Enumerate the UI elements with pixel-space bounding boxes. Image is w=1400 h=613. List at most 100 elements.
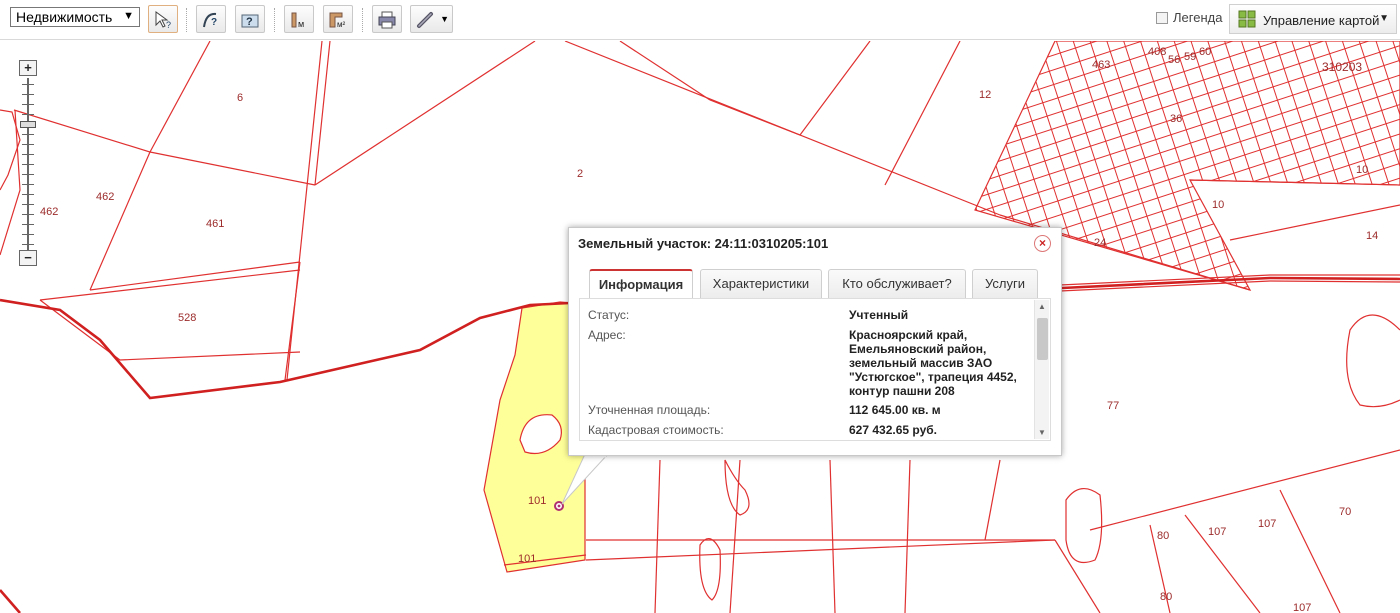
zoom-tick [22, 94, 34, 95]
tab-characteristics[interactable]: Характеристики [700, 269, 822, 299]
link-button[interactable]: ▼ [410, 5, 453, 33]
svg-text:м: м [298, 19, 304, 29]
field-label: Кадастровая стоимость: [588, 423, 724, 437]
scroll-down-icon[interactable]: ▼ [1038, 428, 1046, 437]
field-label: Статус: [588, 308, 630, 322]
parcel-label: 6 [237, 92, 243, 104]
area-ruler-icon: м² [329, 12, 346, 29]
parcel-label: 528 [178, 312, 196, 324]
zoom-out-button[interactable]: − [19, 250, 37, 266]
parcel-label: 461 [206, 218, 224, 230]
map-control-label: Управление картой [1263, 13, 1380, 28]
parcel-label: 10 [1356, 164, 1368, 176]
parcel-label: 70 [1339, 506, 1351, 518]
parcel-label: 107 [1258, 518, 1276, 530]
toolbar: Недвижимость ▼ ? ? ? м м² ▼ Легенда Упра… [0, 0, 1400, 40]
scroll-up-icon[interactable]: ▲ [1038, 302, 1046, 311]
zoom-tick [22, 104, 34, 105]
toolbar-divider [186, 8, 187, 32]
field-label: Уточненная площадь: [588, 403, 711, 417]
parcel-label: 12 [979, 89, 991, 101]
measure-area-button[interactable]: м² [323, 5, 353, 33]
area-query-icon: ? [241, 14, 259, 28]
chevron-down-icon: ▼ [123, 10, 134, 22]
svg-text:?: ? [246, 16, 253, 28]
layer-select[interactable]: Недвижимость ▼ [10, 7, 140, 27]
zoom-tick [22, 244, 34, 245]
layer-select-value: Недвижимость [16, 9, 113, 25]
parcel-label: 60 [1199, 46, 1211, 58]
zoom-tick [22, 234, 34, 235]
zoom-tick [22, 84, 34, 85]
parcel-label: 56 [1168, 54, 1180, 66]
parcel-label: 101 [528, 495, 546, 507]
chevron-down-icon: ▼ [440, 14, 449, 24]
close-icon[interactable]: × [1034, 235, 1051, 252]
legend-label: Легенда [1173, 10, 1223, 25]
curve-query-icon: ? [203, 12, 217, 28]
parcel-label: 462 [40, 206, 58, 218]
identify-button[interactable]: ? [148, 5, 178, 33]
parcel-label: 59 [1184, 51, 1196, 63]
parcel-label: 463 [1092, 59, 1110, 71]
parcel-label: 462 [96, 191, 114, 203]
popup-title: Земельный участок: 24:11:0310205:101 [578, 236, 829, 251]
svg-text:?: ? [166, 20, 171, 30]
zoom-tick [22, 114, 34, 115]
zoom-tick [22, 204, 34, 205]
parcel-label: 408 [1148, 46, 1166, 58]
parcel-label: 77 [1107, 400, 1119, 412]
parcel-label: 310203 [1322, 60, 1362, 74]
toolbar-divider [362, 8, 363, 32]
parcel-label: 101 [518, 553, 536, 565]
grid-icon [1238, 10, 1256, 28]
measure-distance-button[interactable]: м [284, 5, 314, 33]
chevron-down-icon: ▼ [1379, 13, 1389, 24]
parcel-label: 107 [1208, 526, 1226, 538]
parcel-label: 2 [577, 168, 583, 180]
field-value: 627 432.65 руб. [849, 423, 937, 437]
zoom-tick [22, 194, 34, 195]
zoom-tick [22, 134, 34, 135]
zoom-tick [22, 144, 34, 145]
zoom-tick [22, 224, 34, 225]
zoom-tick [22, 164, 34, 165]
parcel-label: 14 [1366, 230, 1378, 242]
parcel-label: 10 [1212, 199, 1224, 211]
legend-checkbox[interactable] [1156, 12, 1168, 24]
field-value: Учтенный [849, 308, 909, 322]
zoom-tick [22, 214, 34, 215]
svg-text:м²: м² [337, 20, 346, 29]
cursor-query-icon: ? [155, 11, 171, 30]
print-button[interactable] [372, 5, 402, 33]
svg-text:?: ? [211, 17, 217, 28]
tab-service[interactable]: Кто обслуживает? [828, 269, 966, 299]
zoom-in-button[interactable]: + [19, 60, 37, 76]
zoom-slider-thumb[interactable] [20, 121, 36, 128]
field-value: Красноярский край, Емельяновский район, … [849, 328, 1017, 398]
zoom-tick [22, 154, 34, 155]
parcel-label: 80 [1157, 530, 1169, 542]
parcel-label: 107 [1293, 602, 1311, 613]
field-value: 112 645.00 кв. м [849, 403, 941, 417]
parcel-label: 24 [1094, 237, 1106, 249]
tab-services[interactable]: Услуги [972, 269, 1038, 299]
parcel-label: 80 [1160, 591, 1172, 603]
map-control-dropdown[interactable]: Управление картой ▼ [1229, 4, 1397, 34]
zoom-tick [22, 184, 34, 185]
ruler-icon: м [291, 12, 304, 29]
scroll-thumb[interactable] [1037, 318, 1048, 360]
route-query-button[interactable]: ? [196, 5, 226, 33]
zoom-tick [22, 174, 34, 175]
popup-scrollbar[interactable]: ▲ ▼ [1034, 300, 1049, 439]
area-query-button[interactable]: ? [235, 5, 265, 33]
parcel-label: 36 [1170, 113, 1182, 125]
legend-toggle[interactable]: Легенда [1156, 10, 1222, 25]
tab-info[interactable]: Информация [589, 269, 693, 299]
zoom-control: + − [19, 60, 37, 268]
popup-info-panel: Статус: Учтенный Адрес: Красноярский кра… [579, 298, 1051, 441]
popup-pointer [561, 453, 610, 505]
field-label: Адрес: [588, 328, 626, 342]
printer-icon [378, 11, 396, 29]
toolbar-divider [274, 8, 275, 32]
